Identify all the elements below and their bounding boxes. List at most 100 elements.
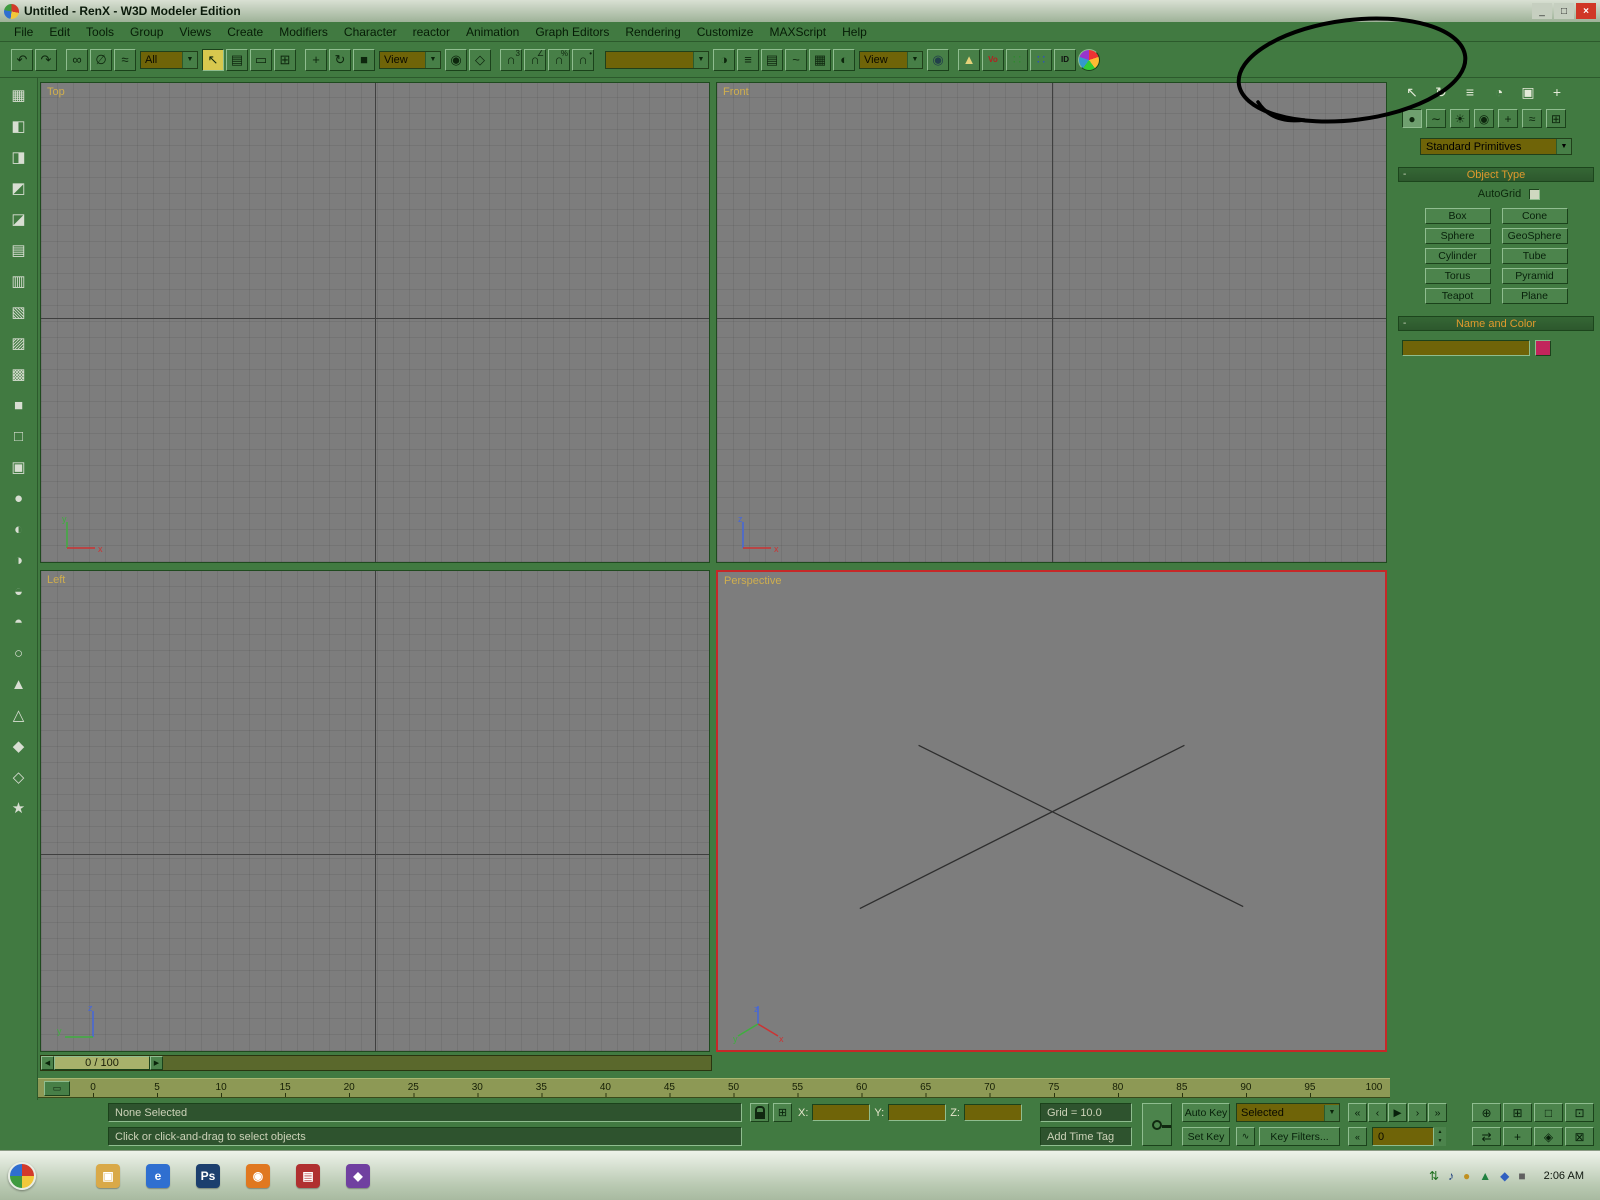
plane-button[interactable]: Plane <box>1501 288 1568 304</box>
use-pivot-center-icon[interactable]: ◉ <box>445 48 467 71</box>
geometry-category[interactable]: ● <box>1402 109 1422 128</box>
chevron-down-icon[interactable]: ▼ <box>693 51 708 68</box>
menu-customize[interactable]: Customize <box>689 23 762 41</box>
left-tool-icon-2[interactable]: ◧ <box>6 113 32 139</box>
window-crossing-icon[interactable]: ⊞ <box>274 48 296 71</box>
left-tool-icon-19[interactable]: ○ <box>6 640 32 666</box>
menu-create[interactable]: Create <box>219 23 271 41</box>
left-tool-icon-22[interactable]: ◆ <box>6 733 32 759</box>
material-navigator-icon[interactable]: ∷ <box>1030 48 1052 71</box>
zoom-all-icon[interactable]: ⊞ <box>1503 1103 1532 1122</box>
collapse-icon[interactable]: - <box>1403 169 1406 180</box>
rollout-object-type[interactable]: - Object Type <box>1398 167 1594 182</box>
app-icon[interactable] <box>4 3 19 19</box>
selection-filter-dropdown[interactable]: All ▼ <box>140 50 198 69</box>
track-bar-mode-icon[interactable]: ▭ <box>44 1081 70 1096</box>
maximize-button[interactable]: □ <box>1554 3 1574 19</box>
select-and-rotate-icon[interactable]: ↻ <box>329 48 351 71</box>
play-button[interactable]: ▶ <box>1388 1103 1407 1122</box>
sphere-button[interactable]: Sphere <box>1424 228 1491 244</box>
w3d-id-tools-icon[interactable]: ID <box>1054 48 1076 71</box>
menu-animation[interactable]: Animation <box>458 23 527 41</box>
align-icon[interactable]: ≡ <box>737 48 759 71</box>
antivirus-tray-icon[interactable]: ▲ <box>1479 1169 1491 1183</box>
box-button[interactable]: Box <box>1424 208 1491 224</box>
curve-editor-icon[interactable]: ~ <box>785 48 807 71</box>
teapot-button[interactable]: Teapot <box>1424 288 1491 304</box>
named-selection-dropdown[interactable]: ▼ <box>605 50 709 69</box>
left-tool-icon-8[interactable]: ▧ <box>6 299 32 325</box>
shapes-category[interactable]: ∼ <box>1426 109 1446 128</box>
zoom-icon[interactable]: ⊕ <box>1472 1103 1501 1122</box>
go-to-start-button[interactable]: « <box>1348 1103 1367 1122</box>
set-keys-button[interactable] <box>1142 1103 1172 1146</box>
left-tool-icon-15[interactable]: ◐ <box>6 516 32 542</box>
left-tool-icon-4[interactable]: ◩ <box>6 175 32 201</box>
collapse-icon[interactable]: - <box>1403 318 1406 329</box>
viewport-front[interactable]: Front z x <box>716 82 1387 563</box>
add-time-tag-field[interactable]: Add Time Tag <box>1040 1127 1132 1146</box>
percent-snap-icon[interactable]: ∩% <box>548 48 570 71</box>
chevron-down-icon[interactable]: ▼ <box>1556 139 1571 154</box>
start-button[interactable] <box>8 1161 36 1190</box>
menu-tools[interactable]: Tools <box>78 23 122 41</box>
left-tool-icon-14[interactable]: ● <box>6 485 32 511</box>
chevron-down-icon[interactable]: ▼ <box>907 51 922 68</box>
chevron-down-icon[interactable]: ▼ <box>182 51 197 68</box>
key-filters-button[interactable]: Key Filters... <box>1259 1127 1340 1146</box>
left-tool-icon-21[interactable]: △ <box>6 702 32 728</box>
rollout-name-and-color[interactable]: - Name and Color <box>1398 316 1594 331</box>
object-color-swatch[interactable] <box>1535 340 1551 356</box>
previous-key-button[interactable]: « <box>1348 1127 1367 1146</box>
angle-snap-icon[interactable]: ∩ ∠ <box>524 48 546 71</box>
rectangular-selection-icon[interactable]: ▭ <box>250 48 272 71</box>
update-tray-icon[interactable]: ● <box>1463 1169 1470 1183</box>
left-tool-icon-17[interactable]: ◒ <box>6 578 32 604</box>
time-slider-next-icon[interactable]: ▶ <box>150 1056 163 1070</box>
left-tool-icon-13[interactable]: ▣ <box>6 454 32 480</box>
cameras-category[interactable]: ◉ <box>1474 109 1494 128</box>
battery-tray-icon[interactable]: ■ <box>1518 1169 1525 1183</box>
w3d-links-icon[interactable]: ∷ <box>1006 48 1028 71</box>
volume-tray-icon[interactable]: ♪ <box>1448 1169 1454 1183</box>
schematic-view-icon[interactable]: ▦ <box>809 48 831 71</box>
previous-frame-button[interactable]: ‹ <box>1368 1103 1387 1122</box>
menu-maxscript[interactable]: MAXScript <box>761 23 834 41</box>
track-bar[interactable]: ▭ 0 5 10 15 20 25 30 35 40 45 50 55 60 65 70 75 80 85 90 95… <box>38 1078 1390 1098</box>
lights-category[interactable]: ☀ <box>1450 109 1470 128</box>
left-tool-icon-6[interactable]: ▤ <box>6 237 32 263</box>
left-tool-icon-24[interactable]: ★ <box>6 795 32 821</box>
left-tool-icon-9[interactable]: ▨ <box>6 330 32 356</box>
geosphere-button[interactable]: GeoSphere <box>1501 228 1568 244</box>
book-icon[interactable]: ▤ <box>296 1163 320 1188</box>
left-tool-icon-10[interactable]: ▩ <box>6 361 32 387</box>
menu-rendering[interactable]: Rendering <box>617 23 688 41</box>
unlink-selection-icon[interactable]: ∅ <box>90 48 112 71</box>
time-slider-track[interactable]: ◀ 0 / 100 ▶ <box>40 1055 712 1071</box>
helpers-category[interactable]: + <box>1498 109 1518 128</box>
pan-icon[interactable]: ⇄ <box>1472 1127 1501 1146</box>
viewport-perspective[interactable]: Perspective z x y <box>716 570 1387 1052</box>
z-coordinate-field[interactable] <box>963 1104 1022 1121</box>
select-and-manipulate-icon[interactable]: ◇ <box>469 48 491 71</box>
autogrid-checkbox[interactable] <box>1529 188 1541 200</box>
redo-icon[interactable]: ↷ <box>35 48 57 71</box>
left-tool-icon-7[interactable]: ▥ <box>6 268 32 294</box>
select-by-name-icon[interactable]: ▤ <box>226 48 248 71</box>
arc-rotate-icon[interactable]: + <box>1503 1127 1532 1146</box>
create-tab[interactable]: ↖ <box>1402 83 1422 101</box>
auto-key-button[interactable]: Auto Key <box>1182 1103 1230 1122</box>
next-frame-button[interactable]: › <box>1408 1103 1427 1122</box>
w3d-vertex-paint-icon[interactable]: Vo <box>982 48 1004 71</box>
menu-character[interactable]: Character <box>336 23 405 41</box>
systems-category[interactable]: ⊞ <box>1546 109 1566 128</box>
set-key-button[interactable]: Set Key <box>1182 1127 1230 1146</box>
key-filters-icon[interactable]: ∿ <box>1236 1127 1255 1146</box>
viewport-top[interactable]: Top y x <box>40 82 710 563</box>
left-tool-icon-23[interactable]: ◇ <box>6 764 32 790</box>
menu-modifiers[interactable]: Modifiers <box>271 23 336 41</box>
zoom-region-icon[interactable]: ⊡ <box>1565 1103 1594 1122</box>
cone-button[interactable]: Cone <box>1501 208 1568 224</box>
pyramid-button[interactable]: Pyramid <box>1501 268 1568 284</box>
menu-views[interactable]: Views <box>171 23 219 41</box>
